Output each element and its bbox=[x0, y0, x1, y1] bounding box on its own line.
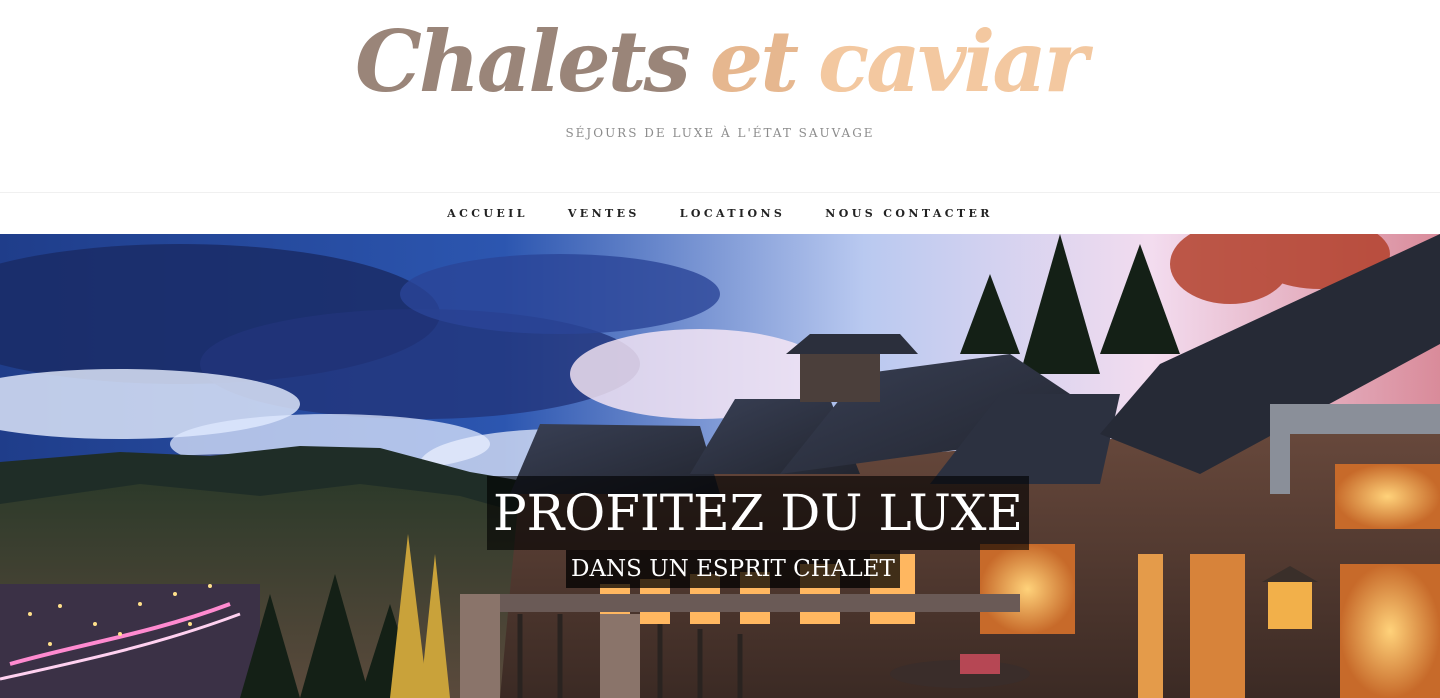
site-logo[interactable]: Chalets et caviar bbox=[355, 10, 1088, 114]
logo-word-et: et bbox=[709, 12, 799, 111]
logo-word-chalets: Chalets bbox=[354, 12, 691, 111]
nav-item-nous-contacter[interactable]: NOUS CONTACTER bbox=[825, 207, 993, 220]
nav-item-ventes[interactable]: VENTES bbox=[568, 207, 640, 220]
hero-chalet-photo bbox=[0, 234, 1440, 698]
site-tagline: SÉJOURS DE LUXE À L'ÉTAT SAUVAGE bbox=[565, 126, 875, 140]
hero-title: PROFITEZ DU LUXE bbox=[487, 476, 1030, 550]
main-navigation: ACCUEIL VENTES LOCATIONS NOUS CONTACTER bbox=[0, 192, 1440, 234]
nav-item-accueil[interactable]: ACCUEIL bbox=[447, 207, 528, 220]
hero-banner bbox=[0, 234, 1440, 698]
hero-subtitle: DANS UN ESPRIT CHALET bbox=[566, 550, 900, 588]
logo-word-caviar: caviar bbox=[818, 12, 1088, 111]
site-header: Chalets et caviar SÉJOURS DE LUXE À L'ÉT… bbox=[0, 0, 1440, 192]
nav-item-locations[interactable]: LOCATIONS bbox=[680, 207, 786, 220]
